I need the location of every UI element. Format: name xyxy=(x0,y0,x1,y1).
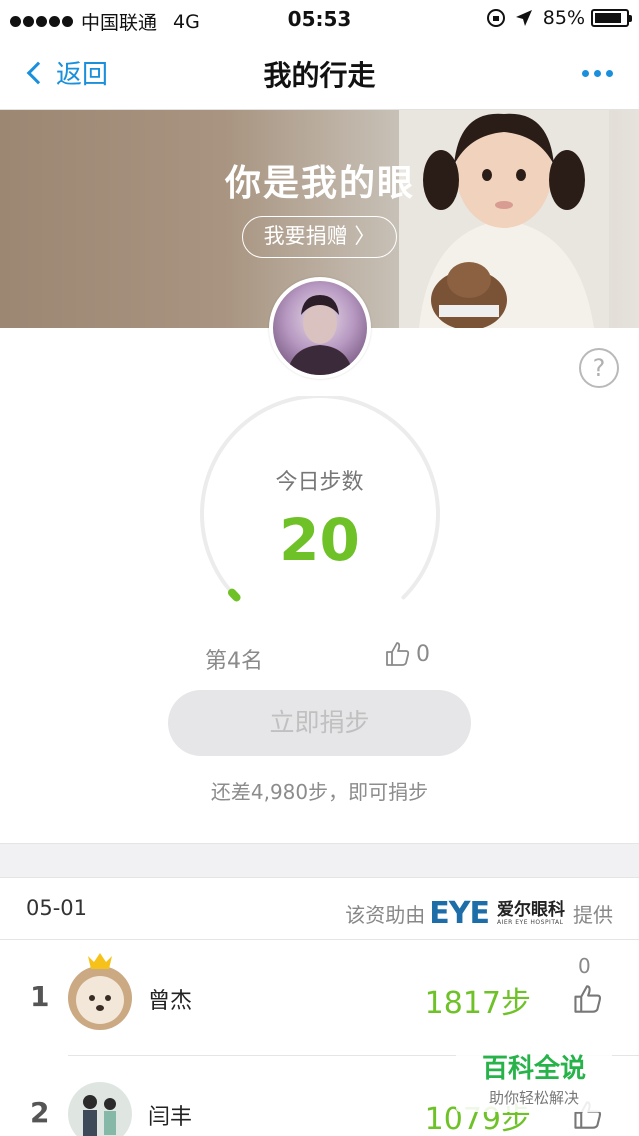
help-icon[interactable]: ? xyxy=(579,348,619,388)
row-rank: 1 xyxy=(30,980,50,1013)
thumbs-up-icon xyxy=(386,642,410,666)
watermark-badge: 百科全说 助你轻松解决 xyxy=(456,1044,612,1112)
sponsor-prefix: 该资助由 xyxy=(345,903,426,927)
row-steps: 1817步 xyxy=(424,986,531,1021)
person-silhouette xyxy=(287,295,353,375)
sponsor-logo: EYE 爱尔眼科 AIER EYE HOSPITAL xyxy=(429,896,565,931)
section-divider xyxy=(0,843,639,878)
more-dot xyxy=(606,70,613,77)
donate-steps-button[interactable]: 立即捐步 xyxy=(168,690,471,756)
page-title: 我的行走 xyxy=(263,59,376,92)
battery-percent: 85% xyxy=(542,7,585,29)
row-avatar xyxy=(68,966,132,1030)
rank-text: 第4名 xyxy=(205,649,263,674)
more-menu-button[interactable] xyxy=(577,70,613,77)
my-likes[interactable]: 0 xyxy=(384,641,430,667)
leaderboard-header: 05-01 该资助由 EYE 爱尔眼科 AIER EYE HOSPITAL 提供 xyxy=(0,878,639,940)
row-name: 曾杰 xyxy=(148,989,193,1014)
row-avatar xyxy=(68,1082,132,1136)
more-dot xyxy=(594,70,601,77)
row-rank: 2 xyxy=(30,1096,50,1129)
sponsor-name: 爱尔眼科 xyxy=(497,900,565,920)
crown-icon xyxy=(88,953,112,969)
today-steps-label: 今日步数 xyxy=(275,470,364,495)
thumbs-up-icon[interactable] xyxy=(572,984,602,1014)
battery-icon xyxy=(591,9,632,27)
nav-bar: 返回 我的行走 xyxy=(0,38,639,110)
today-steps-value: 20 xyxy=(279,506,360,574)
remaining-steps-text: 还差4,980步，即可捐步 xyxy=(210,780,429,804)
more-dot xyxy=(582,70,589,77)
sponsor-name-en: AIER EYE HOSPITAL xyxy=(497,919,564,926)
dog-avatar-image xyxy=(68,966,132,1030)
child-photo xyxy=(399,110,609,328)
location-arrow-icon xyxy=(515,10,532,26)
row-name: 闫丰 xyxy=(148,1105,193,1130)
my-likes-count: 0 xyxy=(416,641,430,667)
gauge-fill xyxy=(227,588,241,602)
watermark-subtitle: 助你轻松解决 xyxy=(488,1089,579,1107)
leaderboard-date: 05-01 xyxy=(26,896,88,920)
battery-fill xyxy=(595,13,621,23)
sponsor-logo-letters: EYE xyxy=(429,896,490,931)
status-bar: 中国联通 4G 05:53 85% xyxy=(0,0,639,38)
couple-avatar-image xyxy=(68,1082,132,1136)
banner-title: 你是我的眼 xyxy=(224,163,415,204)
sponsor-info: 该资助由 EYE 爱尔眼科 AIER EYE HOSPITAL 提供 xyxy=(345,896,613,931)
avatar-image xyxy=(273,281,367,375)
user-avatar[interactable] xyxy=(269,277,371,379)
sponsor-suffix: 提供 xyxy=(573,903,613,927)
watermark-title: 百科全说 xyxy=(481,1054,586,1084)
rotation-lock-icon xyxy=(486,9,505,27)
row-like-count: 0 xyxy=(578,954,591,978)
donate-link-button[interactable]: 我要捐赠 〉 xyxy=(242,216,397,258)
